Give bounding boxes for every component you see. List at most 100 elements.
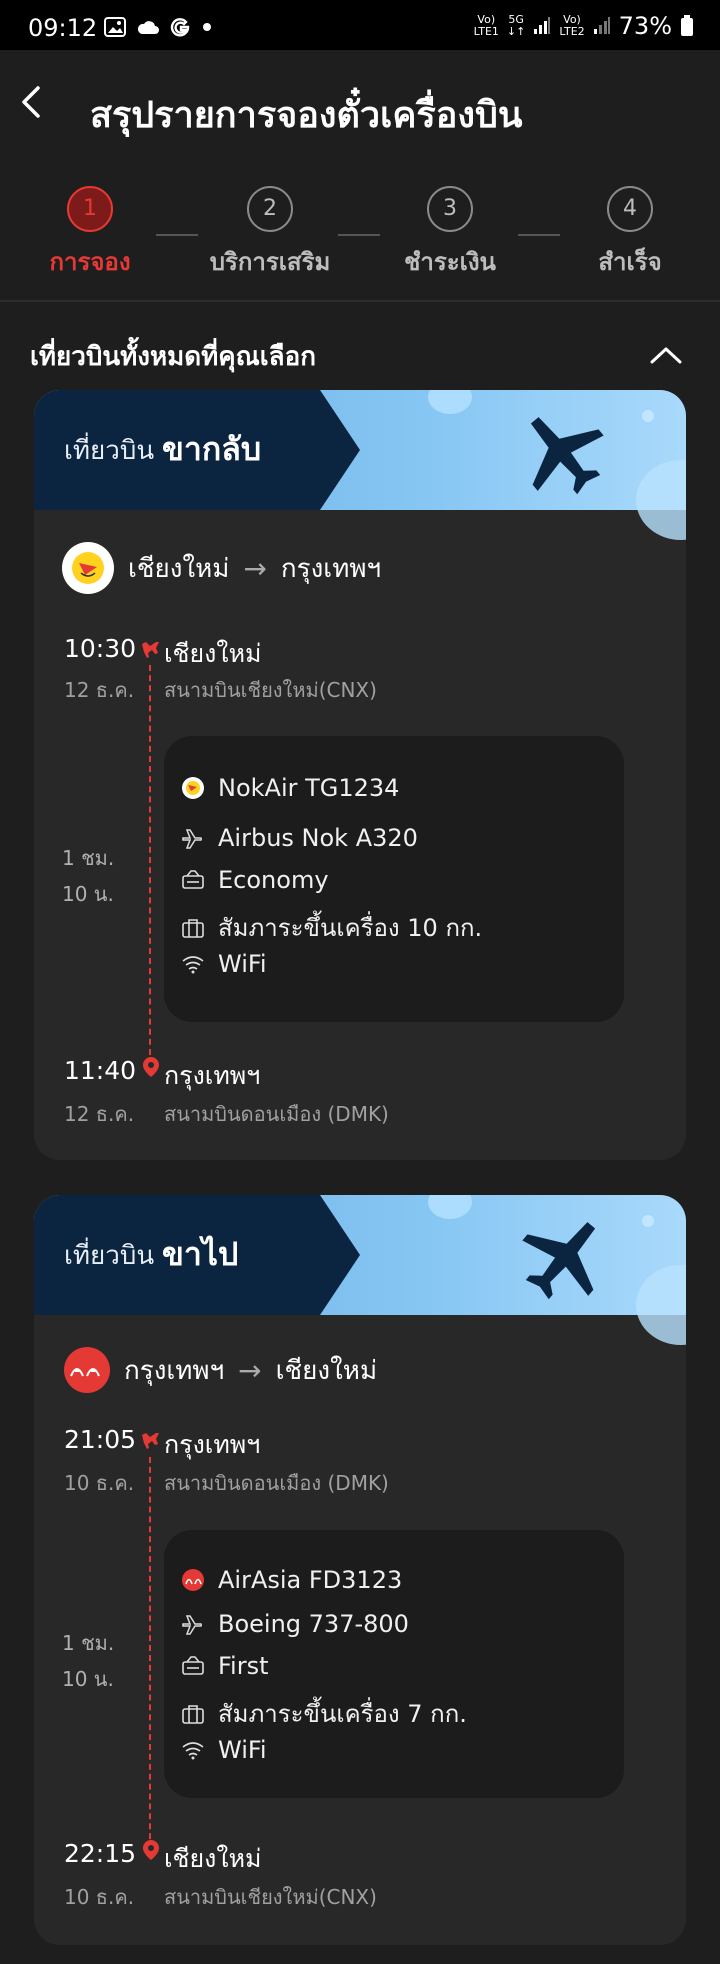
- 5g-label: 5G ↓↑: [506, 13, 526, 38]
- chevron-up-icon[interactable]: [648, 340, 684, 370]
- header-divider: [0, 300, 720, 302]
- route-row: เชียงใหม่ → กรุงเทพฯ: [62, 542, 381, 594]
- status-right: Vo) LTE1 5G ↓↑ Vo) LTE2 73%: [474, 12, 694, 40]
- nok-logo-icon: [180, 775, 206, 801]
- flight-number: AirAsia FD3123: [218, 1566, 403, 1594]
- depart-date: 10 ธ.ค.: [64, 1471, 135, 1495]
- booking-stepper: 1 การจอง 2 บริการเสริม 3 ชำระเงิน 4 สำเร…: [0, 186, 720, 286]
- depart-airport: สนามบินเชียงใหม่(CNX): [164, 678, 377, 702]
- location-pin-icon: [143, 1840, 159, 1860]
- detail-flight: NokAir TG1234: [180, 774, 399, 802]
- duration-minutes: 10 น.: [62, 882, 114, 906]
- wifi-label: WiFi: [218, 1736, 267, 1764]
- banner-direction: ขาไป: [162, 1235, 239, 1273]
- banner-label: เที่ยวบิน: [64, 1241, 155, 1271]
- cabin-class: Economy: [218, 866, 329, 894]
- sim2-label: Vo) LTE2: [559, 13, 585, 38]
- banner-decoration: [428, 1195, 472, 1219]
- app-header: สรุปรายการจองตั๋วเครื่องบิน: [0, 50, 720, 170]
- aircraft-type: Airbus Nok A320: [218, 824, 418, 852]
- banner-decoration: [636, 460, 686, 540]
- depart-time: 10:30: [64, 634, 137, 663]
- duration-hours: 1 ชม.: [62, 846, 115, 870]
- arrive-city: กรุงเทพฯ: [164, 1061, 261, 1090]
- step-number: 4: [607, 186, 653, 232]
- duration-minutes: 10 น.: [62, 1667, 114, 1691]
- route-from: เชียงใหม่: [128, 553, 230, 584]
- flight-details: AirAsia FD3123 Boeing 737-800 First สัมภ…: [164, 1530, 624, 1798]
- depart-time: 21:05: [64, 1425, 137, 1454]
- arrive-date: 12 ธ.ค.: [64, 1102, 135, 1126]
- status-notification-icons: [104, 16, 212, 38]
- airplane-outline-icon: [180, 1611, 206, 1637]
- airplane-outline-icon: [180, 825, 206, 851]
- luggage-icon: [180, 1701, 206, 1727]
- nok-logo-icon: [62, 542, 114, 594]
- banner-decoration: [642, 1215, 654, 1227]
- arrive-time: 11:40: [64, 1056, 137, 1085]
- banner-label: เที่ยวบิน: [64, 436, 155, 466]
- duration-hours: 1 ชม.: [62, 1631, 115, 1655]
- wifi-label: WiFi: [218, 950, 267, 978]
- timeline-line: [149, 1457, 151, 1849]
- route-to: กรุงเทพฯ: [280, 553, 382, 584]
- detail-cabin: First: [180, 1652, 269, 1680]
- banner-direction: ขากลับ: [162, 430, 262, 468]
- route-to: เชียงใหม่: [275, 1355, 378, 1386]
- flight-duration: 1 ชม. 10 น.: [62, 840, 114, 912]
- arrive-airport: สนามบินเชียงใหม่(CNX): [164, 1885, 377, 1909]
- arrive-time: 22:15: [64, 1839, 137, 1868]
- route-row: กรุงเทพฯ → เชียงใหม่: [64, 1347, 377, 1393]
- flight-card-return: เที่ยวบิน ขากลับ เชียงใหม่ → กรุงเทพฯ 10…: [34, 390, 686, 1160]
- arrive-airport: สนามบินดอนเมือง (DMK): [164, 1102, 389, 1126]
- step-label: บริการเสริม: [209, 248, 331, 276]
- cabin-class: First: [218, 1652, 269, 1680]
- arrive-city: เชียงใหม่: [164, 1844, 262, 1873]
- aircraft-type: Boeing 737-800: [218, 1610, 409, 1638]
- route-from: กรุงเทพฯ: [124, 1355, 225, 1386]
- seat-class-icon: [180, 1653, 206, 1679]
- seat-class-icon: [180, 867, 206, 893]
- flight-card-outbound: เที่ยวบิน ขาไป กรุงเทพฯ → เชียงใหม่ 21:0…: [34, 1195, 686, 1945]
- google-icon: [170, 18, 190, 37]
- back-arrow-icon[interactable]: [10, 80, 54, 124]
- banner-decoration: [428, 390, 472, 414]
- banner-decoration: [642, 410, 654, 422]
- signal-icon: [534, 17, 551, 34]
- section-title: เที่ยวบินทั้งหมดที่คุณเลือก: [30, 342, 316, 372]
- wifi-icon: [180, 1737, 206, 1763]
- step-label: สำเร็จ: [598, 248, 662, 276]
- detail-baggage: สัมภาระขึ้นเครื่อง 10 กก.: [180, 908, 482, 947]
- flight-banner: เที่ยวบิน ขากลับ: [34, 390, 686, 540]
- detail-wifi: WiFi: [180, 950, 267, 978]
- gallery-icon: [104, 17, 126, 37]
- cloud-icon: [137, 21, 159, 34]
- detail-cabin: Economy: [180, 866, 329, 894]
- timeline-line: [149, 665, 151, 1055]
- detail-wifi: WiFi: [180, 1736, 267, 1764]
- step-complete: 4 สำเร็จ: [550, 186, 710, 281]
- depart-airport: สนามบินดอนเมือง (DMK): [164, 1471, 389, 1495]
- flight-details: NokAir TG1234 Airbus Nok A320 Economy สั…: [164, 736, 624, 1022]
- airplane-icon: [530, 417, 604, 495]
- step-number: 1: [67, 186, 113, 232]
- luggage-icon: [180, 915, 206, 941]
- step-payment: 3 ชำระเงิน: [370, 186, 530, 281]
- step-number: 3: [427, 186, 473, 232]
- baggage-allowance: สัมภาระขึ้นเครื่อง 10 กก.: [218, 914, 483, 942]
- sim1-label: Vo) LTE1: [473, 13, 499, 38]
- flight-banner: เที่ยวบิน ขาไป: [34, 1195, 686, 1345]
- step-booking: 1 การจอง: [10, 186, 170, 281]
- arrow-right-icon: →: [243, 551, 267, 585]
- detail-aircraft: Boeing 737-800: [180, 1610, 409, 1638]
- detail-baggage: สัมภาระขึ้นเครื่อง 7 กก.: [180, 1694, 467, 1733]
- arrive-date: 10 ธ.ค.: [64, 1885, 135, 1909]
- battery-percent: 73%: [618, 12, 672, 40]
- flight-duration: 1 ชม. 10 น.: [62, 1625, 114, 1697]
- battery-icon: [681, 15, 693, 36]
- depart-city: เชียงใหม่: [164, 639, 262, 668]
- takeoff-icon: [142, 1433, 159, 1449]
- depart-date: 12 ธ.ค.: [64, 678, 135, 702]
- status-time: 09:12: [28, 14, 98, 42]
- depart-city: กรุงเทพฯ: [164, 1430, 261, 1459]
